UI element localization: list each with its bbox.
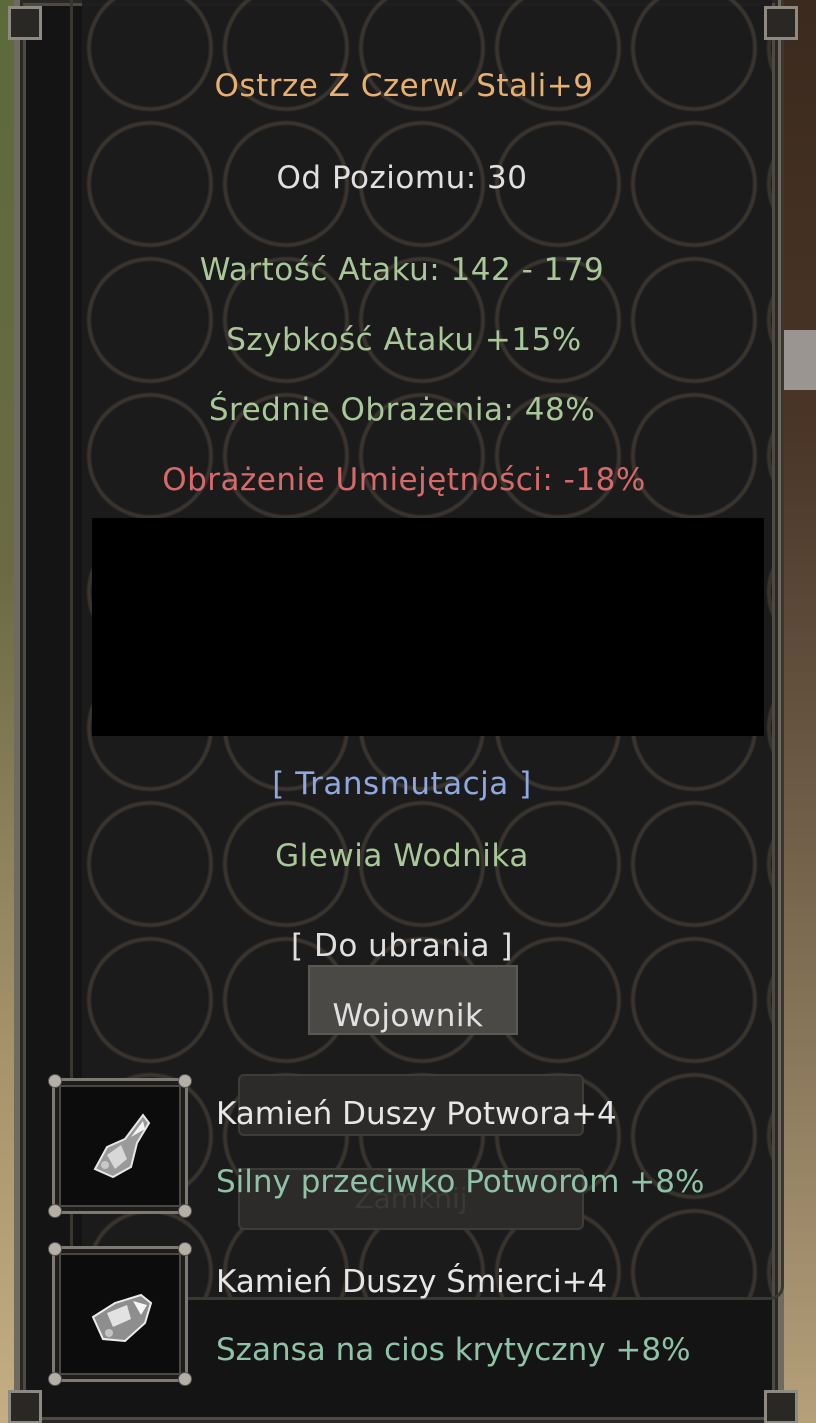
slot-stud	[48, 1242, 62, 1256]
slot-stud	[48, 1074, 62, 1088]
slot-stud	[178, 1242, 192, 1256]
frame-corner-bottom-left	[8, 1390, 42, 1423]
frame-corner-bottom-right	[764, 1390, 798, 1423]
socket-slot-1	[48, 1074, 192, 1218]
transmutation-value: Glewia Wodnika	[275, 838, 529, 874]
soul-stone-death-icon	[91, 1293, 153, 1343]
level-requirement: Od Poziomu: 30	[276, 160, 528, 196]
socket-1-bonus: Silny przeciwko Potworom +8%	[216, 1164, 705, 1200]
skill-damage: Obrażenie Umiejętności: -18%	[162, 462, 646, 498]
average-damage: Średnie Obrażenia: 48%	[208, 392, 596, 428]
slot-stud	[48, 1204, 62, 1218]
slot-stud	[48, 1372, 62, 1386]
item-name: Ostrze Z Czerw. Stali+9	[214, 68, 594, 104]
transmutation-header: [ Transmutacja ]	[272, 766, 532, 802]
tooltip-empty-area	[92, 518, 764, 736]
socket-2-name: Kamień Duszy Śmierci+4	[216, 1264, 608, 1300]
frame-corner-top-left	[8, 6, 42, 40]
slot-stud	[178, 1074, 192, 1088]
wearable-class: Wojownik	[332, 998, 484, 1034]
socket-slot-2	[48, 1242, 192, 1386]
game-scene: Ostrze Z Czerw. Stali+9 Od Poziomu: 30 W…	[0, 0, 816, 1423]
slot-stud	[178, 1372, 192, 1386]
wearable-header: [ Do ubrania ]	[291, 928, 513, 964]
frame-corner-top-right	[764, 6, 798, 40]
attack-speed: Szybkość Ataku +15%	[226, 322, 582, 358]
socket-1-name: Kamień Duszy Potwora+4	[216, 1096, 617, 1132]
soul-stone-monster-icon	[93, 1113, 151, 1179]
attack-value: Wartość Ataku: 142 - 179	[199, 252, 605, 288]
socket-2-bonus: Szansa na cios krytyczny +8%	[216, 1332, 691, 1368]
slot-stud	[178, 1204, 192, 1218]
